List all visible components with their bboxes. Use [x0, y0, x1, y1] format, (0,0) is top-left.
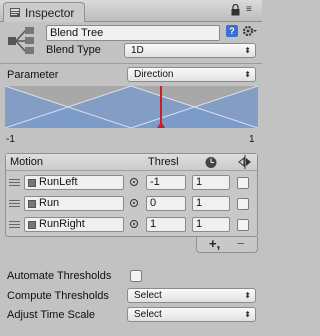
header-motion: Motion: [10, 156, 44, 168]
compute-thresholds-value: Select: [134, 290, 162, 301]
parameter-label: Parameter: [7, 69, 59, 81]
title-bar: Inspector ≡: [0, 0, 262, 22]
list-item: RunLeft -1 1: [6, 173, 257, 193]
animation-clip-icon: [28, 221, 36, 229]
adjust-time-scale-label: Adjust Time Scale: [7, 309, 96, 321]
add-motion-button[interactable]: +,: [209, 237, 220, 251]
motion-clip-name: Run: [39, 197, 60, 209]
mirror-checkbox[interactable]: [237, 219, 249, 231]
blend-type-dropdown[interactable]: 1D ⬍: [124, 43, 256, 58]
drag-handle-icon[interactable]: [9, 221, 20, 229]
list-item: Run 0 1: [6, 194, 257, 214]
remove-motion-button[interactable]: −: [237, 237, 245, 251]
parameter-dropdown[interactable]: Direction ⬍: [127, 67, 256, 82]
speed-field[interactable]: 1: [192, 175, 230, 190]
inspector-window: Inspector ≡ Blend Tree ? Blend Type 1D ⬍…: [0, 0, 262, 336]
info-icon: [10, 8, 20, 17]
motion-list: Motion Thresl RunLeft -1 1 Run 0 1 RunRi…: [5, 153, 258, 237]
mirror-checkbox[interactable]: [237, 177, 249, 189]
dropdown-arrow-icon: ⬍: [244, 310, 251, 319]
drag-handle-icon[interactable]: [9, 200, 20, 208]
speed-clock-icon: [204, 156, 218, 169]
automate-thresholds-checkbox[interactable]: [130, 270, 142, 282]
object-picker-icon[interactable]: [130, 178, 138, 186]
lock-icon[interactable]: [231, 3, 240, 16]
header-threshold: Thresl: [148, 156, 179, 168]
motion-list-footer: +, −: [196, 237, 258, 253]
motion-clip-name: RunLeft: [39, 176, 78, 188]
motion-field[interactable]: RunLeft: [24, 175, 124, 190]
threshold-field[interactable]: 0: [146, 196, 186, 211]
animation-clip-icon: [28, 179, 36, 187]
dropdown-arrow-icon: ⬍: [244, 46, 251, 55]
adjust-time-scale-value: Select: [134, 309, 162, 320]
animation-clip-icon: [28, 200, 36, 208]
adjust-time-scale-dropdown[interactable]: Select ⬍: [127, 307, 256, 322]
list-item: RunRight 1 1: [6, 215, 257, 235]
blend-type-label: Blend Type: [46, 44, 101, 56]
dropdown-arrow-icon: ⬍: [244, 70, 251, 79]
blend-type-value: 1D: [131, 45, 144, 56]
parameter-max-label: 1: [249, 134, 255, 145]
blend-graph[interactable]: [4, 85, 259, 129]
speed-field[interactable]: 1: [192, 196, 230, 211]
speed-field[interactable]: 1: [192, 217, 230, 232]
threshold-field[interactable]: 1: [146, 217, 186, 232]
gear-icon[interactable]: [242, 24, 258, 38]
parameter-value: Direction: [134, 69, 174, 80]
object-picker-icon[interactable]: [130, 220, 138, 228]
motion-clip-name: RunRight: [39, 218, 85, 230]
motion-field[interactable]: Run: [24, 196, 124, 211]
tab-inspector[interactable]: Inspector: [3, 2, 85, 22]
drag-handle-icon[interactable]: [9, 179, 20, 187]
dropdown-arrow-icon: ⬍: [244, 291, 251, 300]
parameter-min-label: -1: [6, 134, 15, 145]
help-icon[interactable]: ?: [226, 25, 238, 37]
mirror-icon: [238, 155, 252, 169]
compute-thresholds-dropdown[interactable]: Select ⬍: [127, 288, 256, 303]
mirror-checkbox[interactable]: [237, 198, 249, 210]
automate-thresholds-label: Automate Thresholds: [7, 270, 112, 282]
menu-icon[interactable]: ≡: [246, 4, 256, 16]
tab-label: Inspector: [25, 5, 75, 20]
compute-thresholds-label: Compute Thresholds: [7, 290, 109, 302]
divider: [0, 63, 262, 64]
motion-list-header: Motion Thresl: [6, 154, 257, 171]
motion-field[interactable]: RunRight: [24, 217, 124, 232]
name-field[interactable]: Blend Tree: [46, 25, 220, 41]
object-picker-icon[interactable]: [130, 199, 138, 207]
blend-tree-icon: [6, 26, 36, 56]
threshold-field[interactable]: -1: [146, 175, 186, 190]
blend-graph-svg: [4, 85, 259, 129]
